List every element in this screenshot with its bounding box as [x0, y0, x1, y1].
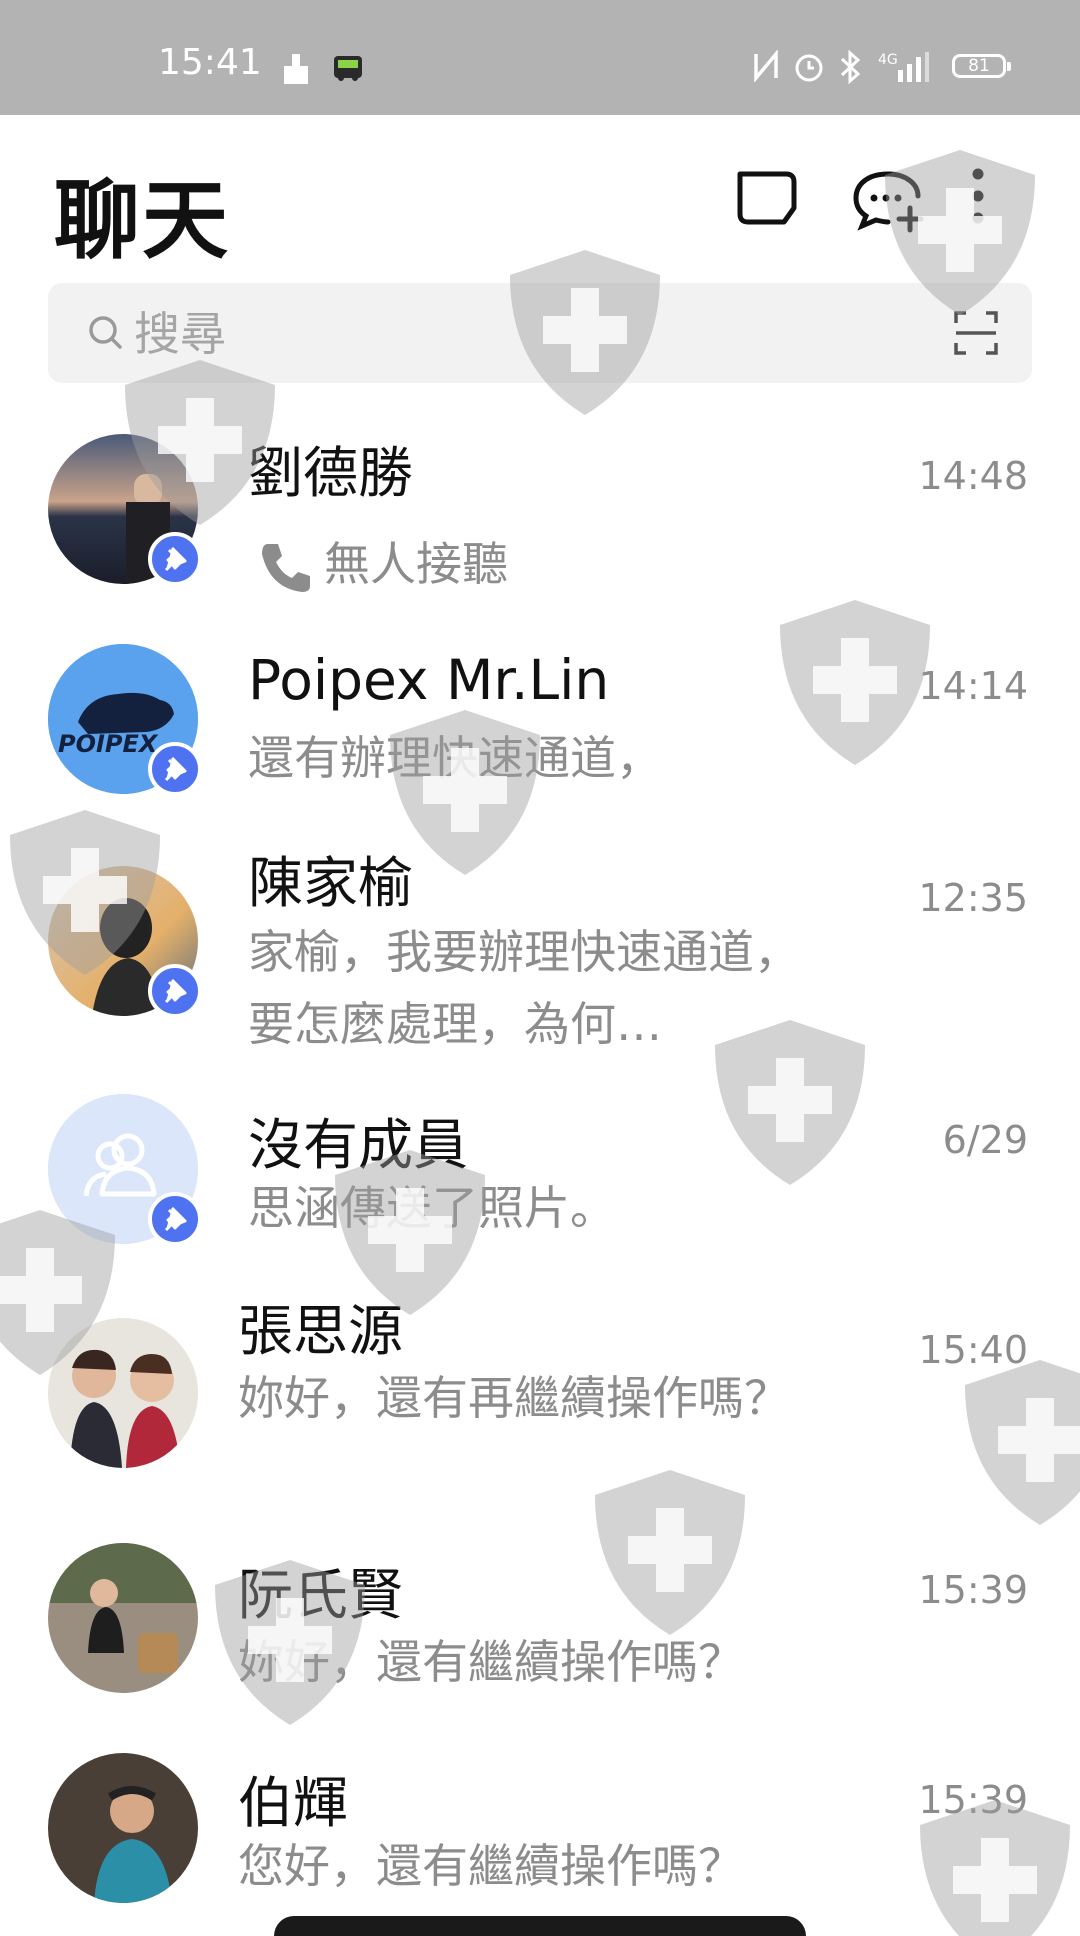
search-bar[interactable]: [48, 283, 1032, 385]
phone-icon: [262, 544, 310, 592]
chat-name: 劉德勝: [248, 441, 414, 505]
status-time: 15:41: [158, 42, 262, 83]
pin-icon: [148, 532, 202, 586]
avatar: [48, 1543, 198, 1693]
bluetooth-icon: [840, 50, 861, 84]
chat-preview: 無人接聽: [324, 537, 508, 591]
chat-preview: 思涵傳送了照片。: [248, 1181, 616, 1235]
pin-icon: [148, 1192, 202, 1246]
chat-item-4[interactable]: 沒有成員 思涵傳送了照片。 6/29: [0, 1088, 1080, 1258]
new-chat-button[interactable]: [848, 160, 928, 240]
battery-icon: 81: [952, 54, 1011, 78]
avatar: [48, 1318, 198, 1468]
chat-name: 陳家榆: [248, 851, 414, 915]
chat-preview: 家榆，我要辦理快速通道，要怎麼處理，為何…: [248, 925, 800, 1051]
cleaner-icon: [284, 54, 308, 84]
chat-item-3[interactable]: 陳家榆 家榆，我要辦理快速通道，要怎麼處理，為何… 12:35: [0, 828, 1080, 1078]
chat-name: 阮氏賢: [238, 1563, 404, 1627]
pin-icon: [148, 964, 202, 1018]
chat-name: Poipex Mr.Lin: [248, 648, 610, 712]
network-label: 4G: [878, 52, 898, 68]
avatar: [48, 1753, 198, 1903]
app-notification-icon: [334, 56, 362, 81]
search-input[interactable]: [132, 283, 896, 385]
home-indicator[interactable]: [274, 1916, 806, 1936]
new-note-button[interactable]: [728, 160, 808, 240]
pin-icon: [148, 742, 202, 796]
page-title: 聊天: [54, 171, 230, 271]
chat-time: 15:39: [918, 1568, 1028, 1612]
new-note-icon: [737, 171, 797, 225]
chat-name: 沒有成員: [248, 1113, 469, 1177]
chat-time: 15:40: [918, 1328, 1028, 1372]
chat-time: 14:14: [918, 664, 1028, 708]
new-chat-icon: [853, 171, 924, 233]
chat-preview: 還有辦理快速通道，: [248, 731, 662, 785]
more-icon: [972, 168, 984, 224]
chat-time: 12:35: [918, 876, 1028, 920]
battery-level: 81: [968, 56, 990, 76]
chat-item-2[interactable]: POIPEX Poipex Mr.Lin 還有辦理快速通道， 14:14: [0, 630, 1080, 820]
signal-icon: 4G: [878, 52, 929, 82]
alarm-icon: [795, 54, 823, 82]
status-bar: 15:41 4G 81: [0, 0, 1080, 115]
more-button[interactable]: [958, 160, 998, 240]
chat-time: 14:48: [918, 454, 1028, 498]
chat-time: 15:39: [918, 1778, 1028, 1822]
chat-time: 6/29: [942, 1118, 1028, 1162]
search-icon: [89, 316, 122, 349]
chat-item-5[interactable]: 張思源 妳好，還有再繼續操作嗎？ 15:40: [0, 1280, 1080, 1520]
chat-preview: 妳好，還有繼續操作嗎？: [238, 1635, 744, 1689]
chat-item-7[interactable]: 伯輝 您好，還有繼續操作嗎？ 15:39: [0, 1750, 1080, 1920]
scan-icon[interactable]: [954, 311, 998, 355]
chat-item-6[interactable]: 阮氏賢 妳好，還有繼續操作嗎？ 15:39: [0, 1540, 1080, 1720]
nfc-icon: [754, 50, 778, 82]
chat-name: 張思源: [238, 1299, 404, 1363]
chat-preview: 妳好，還有再繼續操作嗎？: [238, 1371, 790, 1425]
avatar-logo-text: POIPEX: [58, 730, 159, 758]
chat-preview: 您好，還有繼續操作嗎？: [238, 1839, 744, 1893]
chat-name: 伯輝: [238, 1771, 349, 1835]
chat-item-1[interactable]: 劉德勝 無人接聽 14:48: [0, 420, 1080, 630]
